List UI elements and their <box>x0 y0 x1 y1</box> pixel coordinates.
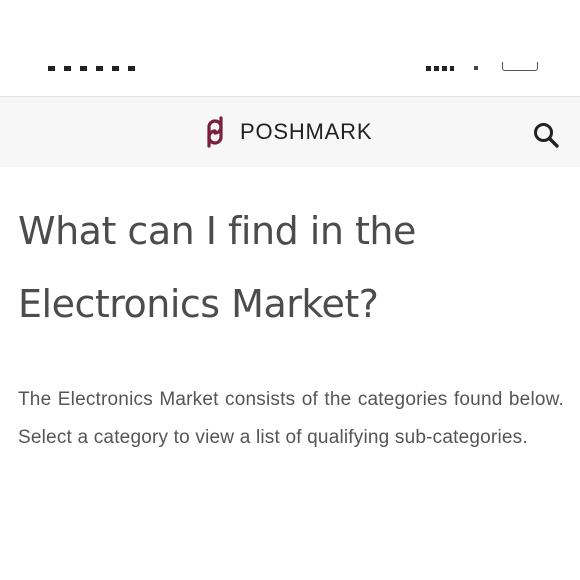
signal-icon <box>426 66 454 71</box>
battery-icon <box>502 62 538 71</box>
intro-paragraph: The Electronics Market consists of the c… <box>18 389 564 448</box>
brand-logo-link[interactable]: POSHMARK <box>200 115 372 149</box>
search-button[interactable] <box>532 121 560 149</box>
wifi-icon <box>474 66 478 70</box>
search-icon <box>534 123 559 148</box>
poshmark-logo-icon <box>207 116 223 148</box>
app-header: POSHMARK <box>0 97 580 167</box>
status-bar-fragment <box>0 58 580 76</box>
page-title: What can I find in the Electronics Marke… <box>18 209 416 326</box>
status-time-fragment <box>48 66 136 71</box>
main-content: What can I find in the Electronics Marke… <box>18 195 564 457</box>
brand-name: POSHMARK <box>240 119 373 144</box>
